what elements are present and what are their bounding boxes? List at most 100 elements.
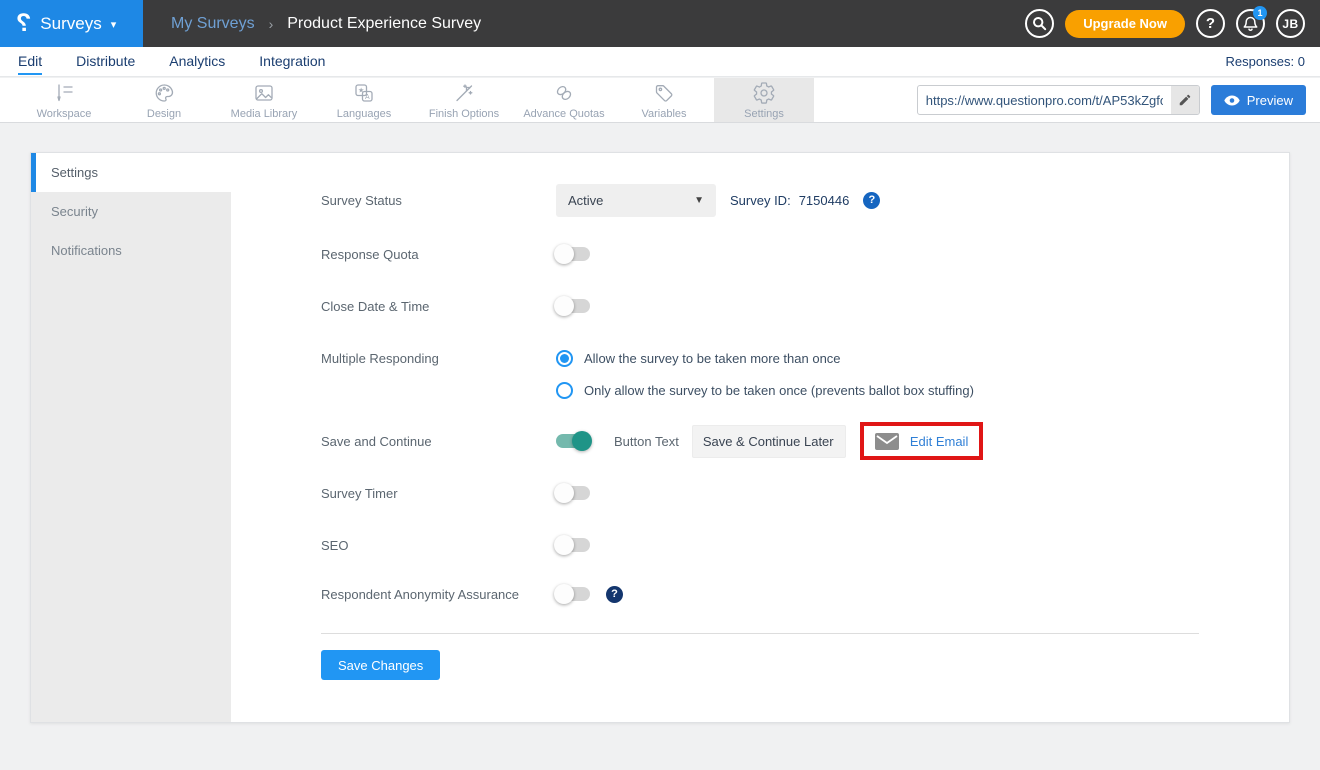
settings-form: Survey Status Active ▼ Survey ID: 715044… — [231, 153, 1289, 722]
preview-button[interactable]: Preview — [1211, 85, 1306, 115]
setting-row-save-and-continue: Save and Continue Button Text Edit Email — [321, 424, 983, 458]
button-text-input[interactable] — [692, 425, 846, 458]
save-and-continue-toggle[interactable] — [556, 434, 590, 448]
header-actions: Upgrade Now ? 1 JB — [1025, 9, 1305, 38]
chevron-down-icon: ▾ — [111, 18, 117, 31]
edit-url-button[interactable] — [1171, 86, 1199, 114]
notifications-button[interactable]: 1 — [1236, 9, 1265, 38]
main-nav-tabs: Edit Distribute Analytics Integration Re… — [0, 47, 1320, 77]
design-icon — [152, 81, 176, 105]
app-name: Surveys — [40, 14, 101, 34]
seo-toggle[interactable] — [556, 538, 590, 552]
toolbar-item-advance-quotas[interactable]: Advance Quotas — [514, 78, 614, 122]
search-button[interactable] — [1025, 9, 1054, 38]
save-changes-button[interactable]: Save Changes — [321, 650, 440, 680]
seo-label: SEO — [321, 538, 556, 553]
edit-email-highlight-box: Edit Email — [860, 422, 984, 460]
toolbar-item-label: Finish Options — [429, 108, 499, 120]
breadcrumb-my-surveys[interactable]: My Surveys — [171, 15, 255, 33]
survey-url-input[interactable] — [918, 93, 1171, 108]
save-and-continue-label: Save and Continue — [321, 434, 556, 449]
toolbar-item-variables[interactable]: Variables — [614, 78, 714, 122]
toolbar-item-label: Languages — [337, 108, 391, 120]
toolbar-item-label: Variables — [641, 108, 686, 120]
notification-badge: 1 — [1253, 6, 1267, 20]
survey-status-value: Active — [568, 193, 603, 208]
tab-analytics[interactable]: Analytics — [169, 48, 225, 75]
breadcrumb: My Surveys › Product Experience Survey — [171, 15, 481, 33]
top-header: ? Surveys ▾ My Surveys › Product Experie… — [0, 0, 1320, 47]
tab-integration[interactable]: Integration — [259, 48, 325, 75]
sidebar-item-label: Security — [51, 204, 98, 219]
settings-card: Settings Security Notifications Survey S… — [30, 152, 1290, 723]
setting-row-survey-timer: Survey Timer — [321, 476, 590, 510]
svg-text:A: A — [365, 94, 370, 101]
breadcrumb-separator-icon: › — [269, 16, 274, 32]
respondent-anonymity-toggle[interactable] — [556, 587, 590, 601]
setting-row-close-date: Close Date & Time — [321, 289, 590, 323]
toolbar-item-label: Settings — [744, 108, 784, 120]
help-button[interactable]: ? — [1196, 9, 1225, 38]
radio-allow-multiple-label: Allow the survey to be taken more than o… — [584, 351, 841, 366]
setting-row-multiple-responding: Multiple Responding Allow the survey to … — [321, 341, 841, 375]
toolbar-item-workspace[interactable]: Workspace — [14, 78, 114, 122]
eye-icon — [1224, 95, 1240, 106]
toolbar-item-label: Advance Quotas — [523, 108, 604, 120]
avatar[interactable]: JB — [1276, 9, 1305, 38]
edit-toolbar: Workspace Design Media Library ★A Langua… — [0, 78, 1320, 123]
radio-only-once-label: Only allow the survey to be taken once (… — [584, 383, 974, 398]
radio-allow-multiple[interactable] — [556, 350, 573, 367]
sidebar-item-security[interactable]: Security — [31, 192, 231, 231]
sidebar-item-notifications[interactable]: Notifications — [31, 231, 231, 270]
finish-options-icon — [452, 81, 476, 105]
survey-url-box — [917, 85, 1200, 115]
toolbar-item-media-library[interactable]: Media Library — [214, 78, 314, 122]
workspace-icon — [52, 81, 76, 105]
survey-id-help-icon[interactable]: ? — [863, 192, 880, 209]
form-divider — [321, 633, 1199, 634]
survey-id-value: 7150446 — [799, 193, 850, 208]
chevron-down-icon: ▼ — [694, 195, 704, 206]
upgrade-now-button[interactable]: Upgrade Now — [1065, 10, 1185, 38]
media-library-icon — [252, 81, 276, 105]
survey-url-group: Preview — [917, 78, 1306, 122]
search-icon — [1032, 16, 1047, 31]
variables-icon — [652, 81, 676, 105]
questionpro-logo-icon: ? — [16, 11, 31, 36]
survey-status-dropdown[interactable]: Active ▼ — [556, 184, 716, 217]
sidebar-item-settings[interactable]: Settings — [31, 153, 231, 192]
toolbar-item-finish-options[interactable]: Finish Options — [414, 78, 514, 122]
setting-row-seo: SEO — [321, 528, 590, 562]
setting-row-survey-status: Survey Status Active ▼ Survey ID: 715044… — [321, 183, 880, 217]
respondent-anonymity-help-icon[interactable]: ? — [606, 586, 623, 603]
envelope-icon — [875, 433, 899, 450]
radio-only-once[interactable] — [556, 382, 573, 399]
setting-row-multiple-responding-option2: Only allow the survey to be taken once (… — [321, 373, 974, 407]
multiple-responding-label: Multiple Responding — [321, 351, 556, 366]
settings-icon — [752, 81, 776, 105]
response-quota-label: Response Quota — [321, 247, 556, 262]
avatar-initials: JB — [1282, 17, 1298, 31]
survey-timer-toggle[interactable] — [556, 486, 590, 500]
toolbar-item-label: Media Library — [231, 108, 298, 120]
close-date-label: Close Date & Time — [321, 299, 556, 314]
tab-edit[interactable]: Edit — [18, 48, 42, 75]
toolbar-item-languages[interactable]: ★A Languages — [314, 78, 414, 122]
survey-id-label: Survey ID: — [730, 193, 791, 208]
respondent-anonymity-label: Respondent Anonymity Assurance — [321, 587, 556, 602]
advance-quotas-icon — [552, 81, 576, 105]
setting-row-respondent-anonymity: Respondent Anonymity Assurance ? — [321, 577, 623, 611]
survey-status-label: Survey Status — [321, 193, 556, 208]
settings-sidebar: Settings Security Notifications — [31, 153, 231, 722]
response-quota-toggle[interactable] — [556, 247, 590, 261]
toolbar-item-design[interactable]: Design — [114, 78, 214, 122]
edit-email-link[interactable]: Edit Email — [910, 434, 969, 449]
sidebar-item-label: Settings — [51, 165, 98, 180]
app-logo[interactable]: ? Surveys ▾ — [0, 0, 143, 47]
toolbar-item-settings[interactable]: Settings — [714, 78, 814, 122]
button-text-label: Button Text — [614, 434, 679, 449]
close-date-toggle[interactable] — [556, 299, 590, 313]
tab-distribute[interactable]: Distribute — [76, 48, 135, 75]
responses-count: Responses: 0 — [1226, 54, 1306, 69]
survey-timer-label: Survey Timer — [321, 486, 556, 501]
